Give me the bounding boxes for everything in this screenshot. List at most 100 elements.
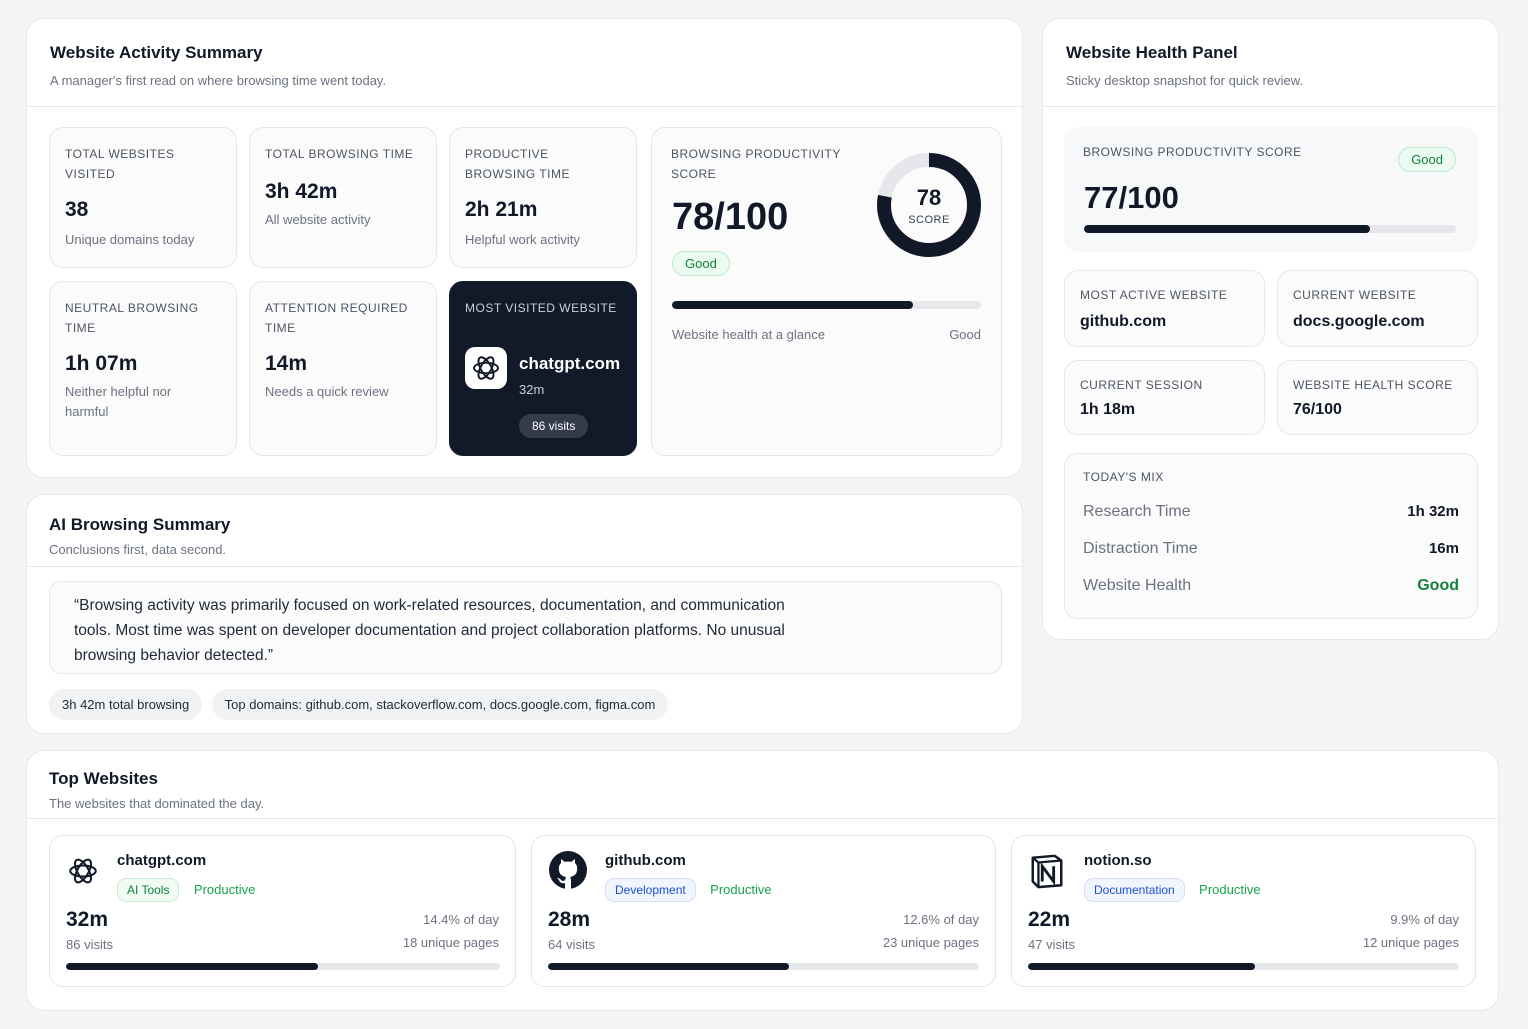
mix-value: 16m (1428, 540, 1459, 557)
mix-key: Research Time (1083, 502, 1191, 520)
most-active-website-tile: MOST ACTIVE WEBSITE github.com (1064, 270, 1265, 347)
status-tag: Productive (710, 882, 772, 897)
tile-note: Unique domains today (65, 232, 195, 247)
activity-summary-card: Website Activity Summary A manager's fir… (26, 18, 1023, 478)
mix-row-distraction: Distraction Time 16m (1083, 530, 1459, 567)
tile-note: Needs a quick review (265, 384, 389, 399)
tile-value: docs.google.com (1293, 313, 1425, 330)
mix-key: Distraction Time (1083, 539, 1198, 557)
top-domains-chip: Top domains: github.com, stackoverflow.c… (211, 689, 669, 720)
score-badge: Good (672, 251, 730, 276)
ai-summary-card: AI Browsing Summary Conclusions first, d… (26, 494, 1023, 734)
current-session-tile: CURRENT SESSION 1h 18m (1064, 360, 1265, 435)
tile-note: Neither helpful nor harmful (65, 384, 172, 419)
site-bar (548, 963, 979, 970)
ai-summary-subtitle: Conclusions first, data second. (49, 542, 227, 557)
tile-label: MOST VISITED WEBSITE (465, 301, 617, 315)
mix-value: Good (1417, 576, 1459, 594)
site-pages: 12 unique pages (1362, 935, 1459, 950)
tile-label: CURRENT SESSION (1080, 378, 1203, 392)
health-panel-subtitle: Sticky desktop snapshot for quick review… (1066, 73, 1304, 88)
site-name: notion.so (1084, 852, 1152, 869)
site-card-github[interactable]: github.com Development Productive 28m 64… (531, 835, 996, 987)
tile-label: CURRENT WEBSITE (1293, 288, 1417, 302)
tile-value: 1h 18m (1080, 401, 1136, 418)
category-tag: Development (605, 878, 696, 902)
tile-label: PRODUCTIVE BROWSING TIME (465, 147, 570, 181)
tile-value: 76/100 (1293, 401, 1342, 418)
activity-subtitle: A manager's first read on where browsing… (50, 73, 387, 88)
top-websites-card: Top Websites The websites that dominated… (26, 750, 1499, 1011)
tile-note: Helpful work activity (465, 232, 580, 247)
health-score-value: 77/100 (1084, 180, 1179, 215)
tile-note: All website activity (265, 212, 371, 227)
site-name: chatgpt.com (117, 852, 207, 869)
total-websites-tile: TOTAL WEBSITES VISITED 38 Unique domains… (49, 127, 237, 268)
score-footer-right: Good (949, 327, 981, 342)
quote-text: “Browsing activity was primarily focused… (74, 597, 785, 664)
divider (27, 566, 1022, 567)
health-score-block: BROWSING PRODUCTIVITY SCORE Good 77/100 (1064, 127, 1478, 252)
mix-value: 1h 32m (1407, 503, 1459, 520)
todays-mix-tile: TODAY'S MIX Research Time 1h 32m Distrac… (1064, 453, 1478, 619)
site-bar-fill (548, 963, 790, 970)
productivity-score-tile: BROWSING PRODUCTIVITY SCORE 78/100 Good … (651, 127, 1002, 456)
site-percent: 14.4% of day (423, 912, 499, 927)
site-bar-fill (66, 963, 318, 970)
site-tags: Development Productive (605, 878, 772, 902)
category-tag: AI Tools (117, 878, 180, 902)
score-ring: 78 SCORE (874, 150, 984, 260)
most-visited-visits-pill: 86 visits (519, 414, 589, 438)
health-panel-title: Website Health Panel (1066, 43, 1238, 62)
site-percent: 9.9% of day (1390, 912, 1459, 927)
tile-label: TOTAL BROWSING TIME (265, 147, 414, 161)
site-tags: AI Tools Productive (117, 878, 255, 902)
score-value: 78/100 (672, 196, 789, 238)
site-pages: 18 unique pages (402, 935, 499, 950)
tile-label: WEBSITE HEALTH SCORE (1293, 378, 1453, 392)
tile-value: 1h 07m (65, 352, 138, 375)
site-pages: 23 unique pages (882, 935, 979, 950)
ring-caption: SCORE (908, 214, 950, 226)
divider (27, 106, 1022, 107)
site-card-chatgpt[interactable]: chatgpt.com AI Tools Productive 32m 86 v… (49, 835, 516, 987)
health-panel-card: Website Health Panel Sticky desktop snap… (1042, 18, 1499, 640)
health-score-bar (1084, 225, 1456, 233)
tile-value: 38 (65, 198, 89, 221)
notion-icon (1028, 850, 1068, 890)
health-score-label: BROWSING PRODUCTIVITY SCORE (1083, 145, 1302, 159)
site-percent: 12.6% of day (903, 912, 979, 927)
tile-value: 14m (265, 352, 308, 375)
total-browsing-chip: 3h 42m total browsing (49, 689, 203, 720)
openai-icon (465, 347, 507, 389)
ai-summary-chips: 3h 42m total browsing Top domains: githu… (49, 689, 673, 720)
site-time: 28m (548, 908, 591, 931)
tile-value: 3h 42m (265, 180, 338, 203)
score-bar-fill (672, 301, 914, 309)
activity-title: Website Activity Summary (50, 43, 263, 62)
site-visits: 47 visits (1028, 937, 1075, 952)
attention-time-tile: ATTENTION REQUIRED TIME 14m Needs a quic… (249, 281, 437, 456)
site-time: 32m (66, 908, 109, 931)
ring-value: 78 (916, 185, 942, 210)
site-visits: 64 visits (548, 937, 595, 952)
top-websites-title: Top Websites (49, 769, 158, 788)
score-footer-left: Website health at a glance (672, 327, 825, 342)
most-visited-tile[interactable]: MOST VISITED WEBSITE chatgpt.com 32m 86 … (449, 281, 637, 456)
most-visited-site: chatgpt.com (519, 354, 621, 373)
github-icon (548, 850, 588, 890)
site-card-notion[interactable]: notion.so Documentation Productive 22m 4… (1011, 835, 1476, 987)
divider (1043, 106, 1498, 107)
site-visits: 86 visits (66, 937, 113, 952)
tile-label: ATTENTION REQUIRED TIME (265, 301, 408, 335)
neutral-time-tile: NEUTRAL BROWSING TIME 1h 07m Neither hel… (49, 281, 237, 456)
most-visited-time: 32m (519, 382, 545, 397)
site-bar (66, 963, 500, 970)
site-bar-fill (1028, 963, 1255, 970)
status-tag: Productive (193, 882, 256, 897)
tile-value: 2h 21m (465, 198, 538, 221)
mix-row-research: Research Time 1h 32m (1083, 493, 1459, 530)
top-websites-subtitle: The websites that dominated the day. (49, 796, 265, 811)
status-tag: Productive (1199, 882, 1261, 897)
ai-summary-title: AI Browsing Summary (49, 515, 231, 534)
